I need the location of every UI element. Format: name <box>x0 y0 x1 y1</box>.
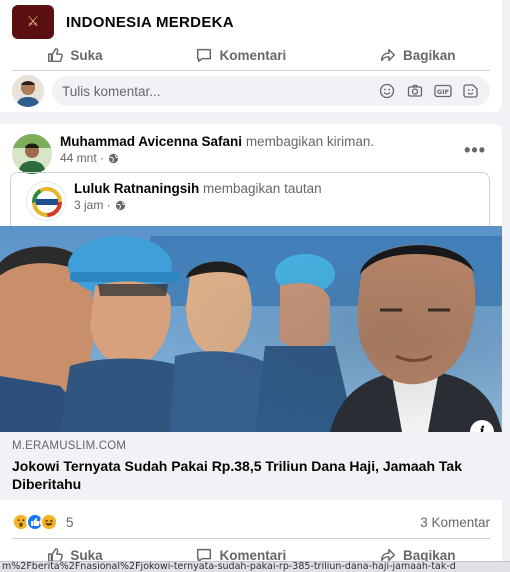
post-time-row: 44 mnt · <box>60 151 374 165</box>
inner-author-line: Luluk Ratnaningsih membagikan tautan <box>74 181 322 196</box>
author-avatar[interactable] <box>12 134 52 174</box>
haha-reaction-icon[interactable] <box>40 513 58 531</box>
link-preview-text[interactable]: M.ERAMUSLIM.COM Jokowi Ternyata Sudah Pa… <box>0 432 502 500</box>
more-options-icon[interactable]: ••• <box>464 140 486 161</box>
share-arrow-icon <box>381 48 396 62</box>
inner-shared-text: membagikan tautan <box>203 181 322 196</box>
top-post-card: ⚔ INDONESIA MERDEKA Suka Komentari Bagik… <box>0 0 502 112</box>
comment-count[interactable]: 3 Komentar <box>420 515 490 530</box>
divider <box>12 70 490 71</box>
share-label: Bagikan <box>403 47 456 63</box>
comment-placeholder: Tulis komentar... <box>62 83 161 99</box>
author-name[interactable]: Muhammad Avicenna Safani <box>60 134 242 149</box>
inner-author-avatar[interactable] <box>26 181 66 221</box>
like-button[interactable]: Suka <box>46 46 103 64</box>
link-title[interactable]: Jokowi Ternyata Sudah Pakai Rp.38,5 Tril… <box>12 457 490 493</box>
globe-icon <box>115 200 125 210</box>
comment-input[interactable]: Tulis komentar... GIF <box>52 76 490 106</box>
user-photo-icon <box>12 75 44 107</box>
shared-text: membagikan kiriman. <box>245 134 375 149</box>
author-line: Muhammad Avicenna Safani membagikan kiri… <box>60 134 374 149</box>
inner-post-meta: Luluk Ratnaningsih membagikan tautan 3 j… <box>74 181 322 221</box>
inner-post-header: Luluk Ratnaningsih membagikan tautan 3 j… <box>26 181 322 221</box>
inner-author-logo-icon <box>27 182 65 220</box>
speech-bubble-icon <box>197 48 212 63</box>
post-meta: Muhammad Avicenna Safani membagikan kiri… <box>60 134 374 170</box>
author-photo-icon <box>12 134 52 174</box>
like-label: Suka <box>70 47 103 63</box>
comment-button[interactable]: Komentari <box>195 46 286 64</box>
share-button[interactable]: Bagikan <box>379 46 456 64</box>
crossed-swords-icon: ⚔ <box>26 14 40 30</box>
page-header: ⚔ INDONESIA MERDEKA <box>0 0 502 44</box>
reactions-bar: 5 3 Komentar <box>12 512 490 532</box>
inner-post-time[interactable]: 3 jam · <box>74 198 111 212</box>
action-bar: Suka Komentari Bagikan <box>0 40 502 70</box>
post-time[interactable]: 44 mnt · <box>60 151 104 165</box>
page-title[interactable]: INDONESIA MERDEKA <box>66 14 234 31</box>
comment-label: Komentari <box>219 47 287 63</box>
link-domain: M.ERAMUSLIM.COM <box>12 440 127 452</box>
link-status-bar: m%2Fberita%2Fnasional%2Fjokowi-ternyata-… <box>0 561 510 572</box>
sticker-icon[interactable] <box>462 82 480 100</box>
link-preview-image[interactable] <box>0 226 502 432</box>
current-user-avatar[interactable] <box>12 75 44 107</box>
divider <box>12 538 490 539</box>
workers-and-president-photo <box>0 226 502 432</box>
svg-text:GIF: GIF <box>437 88 449 96</box>
page-logo[interactable]: ⚔ <box>12 5 54 39</box>
scroll-gutter <box>502 0 510 572</box>
globe-icon <box>108 153 119 163</box>
camera-icon[interactable] <box>406 82 424 100</box>
emoji-icon[interactable] <box>378 82 396 100</box>
comment-row: Tulis komentar... GIF <box>12 75 490 107</box>
inner-time-row: 3 jam · <box>74 198 322 212</box>
post-header: Muhammad Avicenna Safani membagikan kiri… <box>12 134 490 174</box>
inner-author-name[interactable]: Luluk Ratnaningsih <box>74 181 199 196</box>
gif-icon[interactable]: GIF <box>434 82 452 100</box>
thumbs-up-icon <box>48 47 64 63</box>
feed-gap <box>0 112 510 124</box>
reaction-count[interactable]: 5 <box>66 515 74 530</box>
